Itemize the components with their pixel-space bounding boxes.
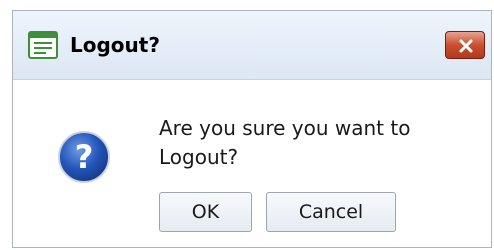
close-button[interactable] (445, 31, 485, 59)
logout-dialog: Logout? ? Are you sure you want to Logou… (12, 10, 492, 248)
question-icon: ? (57, 130, 111, 184)
close-icon (459, 39, 473, 53)
cancel-button[interactable]: Cancel (266, 192, 396, 232)
dialog-title: Logout? (70, 33, 160, 57)
window-form-icon (28, 30, 58, 60)
dialog-message: Are you sure you want to Logout? (159, 116, 411, 169)
svg-text:?: ? (75, 138, 94, 176)
ok-button[interactable]: OK (159, 192, 252, 232)
title-bar[interactable]: Logout? (13, 11, 491, 80)
dialog-content: ? Are you sure you want to Logout? OK Ca… (13, 80, 491, 247)
